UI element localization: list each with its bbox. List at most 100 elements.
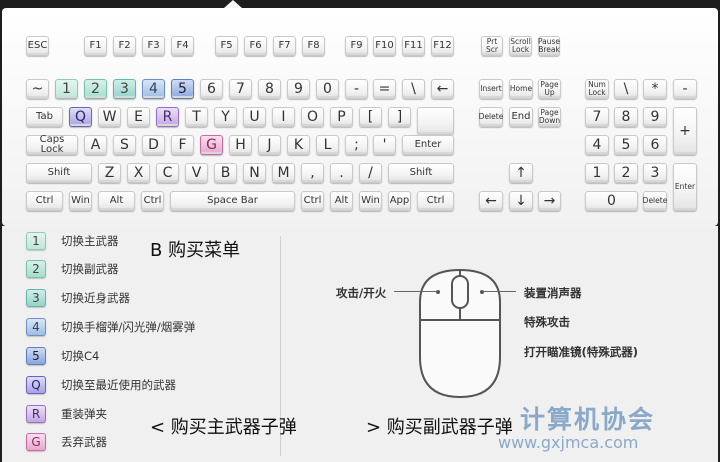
key-caps-lock[interactable]: Caps Lock: [26, 135, 78, 155]
key-num-8[interactable]: 8: [614, 107, 638, 127]
key-x[interactable]: X: [127, 163, 150, 183]
key-num-6[interactable]: 6: [643, 135, 667, 155]
key-equals[interactable]: =: [373, 79, 396, 99]
key-num-9[interactable]: 9: [643, 107, 667, 127]
key-k[interactable]: K: [287, 135, 310, 155]
key-f1[interactable]: F1: [84, 36, 107, 56]
key-win-right[interactable]: Win: [359, 191, 382, 211]
key-home[interactable]: Home: [509, 79, 533, 99]
key-z[interactable]: Z: [98, 163, 121, 183]
key-i[interactable]: I: [272, 107, 295, 127]
key-app[interactable]: App: [388, 191, 411, 211]
key-ctrl-left[interactable]: Ctrl: [26, 191, 63, 211]
key-b[interactable]: B: [214, 163, 237, 183]
key-quote[interactable]: ': [373, 135, 396, 155]
key-s[interactable]: S: [113, 135, 136, 155]
key-arrow-left[interactable]: ←: [479, 191, 503, 211]
key-backspace[interactable]: ←: [431, 79, 454, 99]
key-arrow-up[interactable]: ↑: [509, 163, 533, 183]
key-2[interactable]: 2: [84, 79, 107, 99]
key-f7[interactable]: F7: [273, 36, 296, 56]
key-o[interactable]: O: [301, 107, 324, 127]
key-num-plus[interactable]: +: [673, 107, 697, 155]
key-enter-top[interactable]: [417, 107, 454, 135]
key-print-screen[interactable]: Prt Scr: [481, 36, 503, 56]
key-shift-right[interactable]: Shift: [388, 163, 454, 183]
key-ctrl-right[interactable]: Ctrl: [301, 191, 324, 211]
key-num-3[interactable]: 3: [643, 163, 667, 183]
key-ctrl-far-right[interactable]: Ctrl: [417, 191, 454, 211]
key-0[interactable]: 0: [316, 79, 339, 99]
key-g[interactable]: G: [200, 135, 223, 155]
key-tilde[interactable]: ~: [26, 79, 49, 99]
key-f8[interactable]: F8: [302, 36, 325, 56]
key-v[interactable]: V: [185, 163, 208, 183]
key-f[interactable]: F: [171, 135, 194, 155]
key-num-minus[interactable]: -: [673, 79, 697, 99]
key-num-multiply[interactable]: *: [643, 79, 667, 99]
key-c[interactable]: C: [156, 163, 179, 183]
key-p[interactable]: P: [330, 107, 353, 127]
key-r[interactable]: R: [156, 107, 179, 127]
key-e[interactable]: E: [127, 107, 150, 127]
key-scroll-lock[interactable]: Scroll Lock: [509, 36, 532, 56]
key-esc[interactable]: ESC: [26, 36, 49, 56]
key-5[interactable]: 5: [171, 79, 194, 99]
key-num-lock[interactable]: Num Lock: [585, 79, 609, 99]
key-num-1[interactable]: 1: [585, 163, 609, 183]
key-9[interactable]: 9: [287, 79, 310, 99]
key-f11[interactable]: F11: [402, 36, 425, 56]
key-insert[interactable]: Insert: [479, 79, 503, 99]
key-f10[interactable]: F10: [373, 36, 396, 56]
key-end[interactable]: End: [509, 107, 533, 127]
key-num-5[interactable]: 5: [614, 135, 638, 155]
key-f3[interactable]: F3: [142, 36, 165, 56]
key-num-2[interactable]: 2: [614, 163, 638, 183]
key-u[interactable]: U: [243, 107, 266, 127]
key-num-enter[interactable]: Enter: [673, 163, 697, 211]
key-m[interactable]: M: [272, 163, 295, 183]
key-left-bracket[interactable]: [: [359, 107, 382, 127]
key-num-delete[interactable]: Delete: [643, 191, 667, 211]
key-3[interactable]: 3: [113, 79, 136, 99]
key-f6[interactable]: F6: [244, 36, 267, 56]
key-enter[interactable]: Enter: [402, 135, 454, 155]
key-minus[interactable]: -: [345, 79, 368, 99]
key-f9[interactable]: F9: [345, 36, 368, 56]
key-4[interactable]: 4: [142, 79, 165, 99]
key-6[interactable]: 6: [200, 79, 223, 99]
key-semicolon[interactable]: ;: [345, 135, 368, 155]
key-backslash[interactable]: \: [402, 79, 425, 99]
key-tab[interactable]: Tab: [26, 107, 63, 127]
key-page-up[interactable]: Page Up: [538, 79, 561, 99]
key-num-4[interactable]: 4: [585, 135, 609, 155]
key-num-0[interactable]: 0: [585, 191, 638, 211]
key-a[interactable]: A: [84, 135, 107, 155]
key-l[interactable]: L: [316, 135, 339, 155]
key-period[interactable]: .: [330, 163, 353, 183]
key-arrow-down[interactable]: ↓: [509, 191, 533, 211]
key-8[interactable]: 8: [258, 79, 281, 99]
key-space-bar[interactable]: Space Bar: [170, 191, 295, 211]
key-arrow-right[interactable]: →: [538, 191, 561, 211]
key-f2[interactable]: F2: [113, 36, 136, 56]
key-w[interactable]: W: [98, 107, 121, 127]
key-shift-left[interactable]: Shift: [26, 163, 92, 183]
key-alt-left[interactable]: Alt: [98, 191, 135, 211]
key-win-left[interactable]: Win: [69, 191, 92, 211]
key-f4[interactable]: F4: [171, 36, 194, 56]
key-comma[interactable]: ,: [301, 163, 324, 183]
key-y[interactable]: Y: [214, 107, 237, 127]
key-h[interactable]: H: [229, 135, 252, 155]
key-num-divide[interactable]: \: [614, 79, 638, 99]
key-f5[interactable]: F5: [215, 36, 238, 56]
key-slash[interactable]: /: [359, 163, 382, 183]
key-7[interactable]: 7: [229, 79, 252, 99]
key-f12[interactable]: F12: [431, 36, 454, 56]
key-q[interactable]: Q: [69, 107, 92, 127]
key-n[interactable]: N: [243, 163, 266, 183]
key-num-7[interactable]: 7: [585, 107, 609, 127]
key-right-bracket[interactable]: ]: [388, 107, 411, 127]
key-alt-right[interactable]: Alt: [330, 191, 353, 211]
key-t[interactable]: T: [185, 107, 208, 127]
